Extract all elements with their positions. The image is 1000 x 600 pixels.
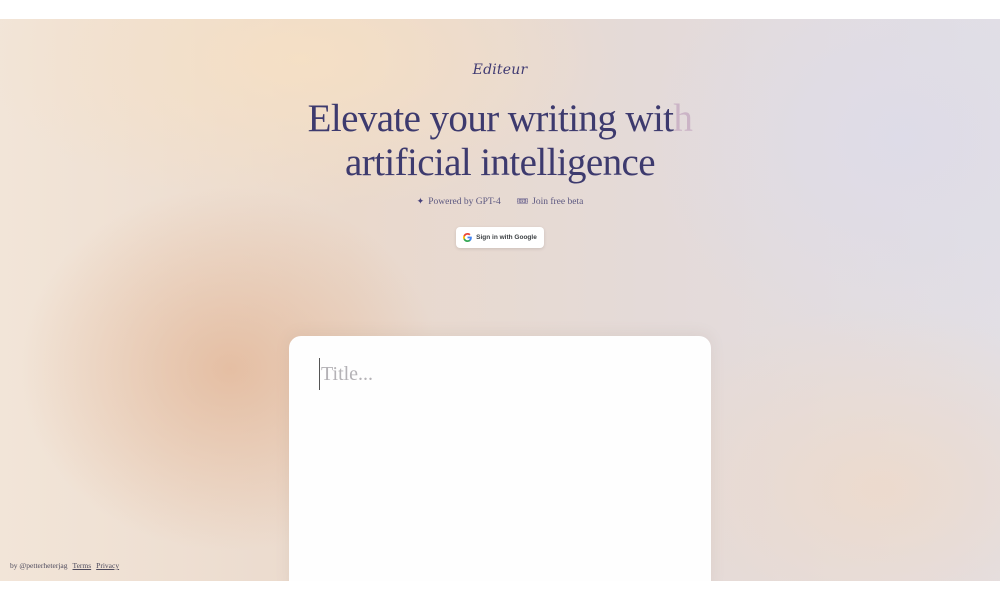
footer: by @petterheterjag Terms Privacy: [10, 561, 119, 570]
footer-terms-link[interactable]: Terms: [73, 561, 92, 570]
google-signin-button[interactable]: Sign in with Google: [456, 227, 544, 248]
badge-powered-by-label: Powered by GPT-4: [428, 196, 501, 207]
headline-line-2: artificial intelligence: [345, 141, 656, 184]
ticket-icon: 🎟: [516, 196, 529, 206]
headline-line-1-fade: h: [673, 97, 693, 140]
sparkle-icon: ✦: [416, 196, 425, 206]
footer-privacy-link[interactable]: Privacy: [96, 561, 119, 570]
badge-join-beta-label: Join free beta: [532, 196, 584, 207]
headline-line-1-main: Elevate your writing wit: [307, 97, 674, 140]
title-input[interactable]: [319, 358, 683, 390]
footer-author[interactable]: by @petterheterjag: [10, 561, 68, 570]
badge-join-beta[interactable]: 🎟 Join free beta: [517, 196, 584, 207]
hero-headline: Elevate your writing with artificial int…: [0, 97, 1000, 185]
feature-badges: ✦ Powered by GPT-4 🎟 Join free beta: [0, 196, 1000, 207]
editor-card[interactable]: [289, 336, 711, 581]
page-background: Editeur Elevate your writing with artifi…: [0, 19, 1000, 581]
badge-powered-by: ✦ Powered by GPT-4: [417, 196, 501, 207]
brand-logo[interactable]: Editeur: [0, 62, 1000, 78]
google-icon: [463, 233, 472, 242]
headline-line-1: Elevate your writing with: [0, 97, 1000, 141]
google-signin-label: Sign in with Google: [476, 234, 537, 241]
